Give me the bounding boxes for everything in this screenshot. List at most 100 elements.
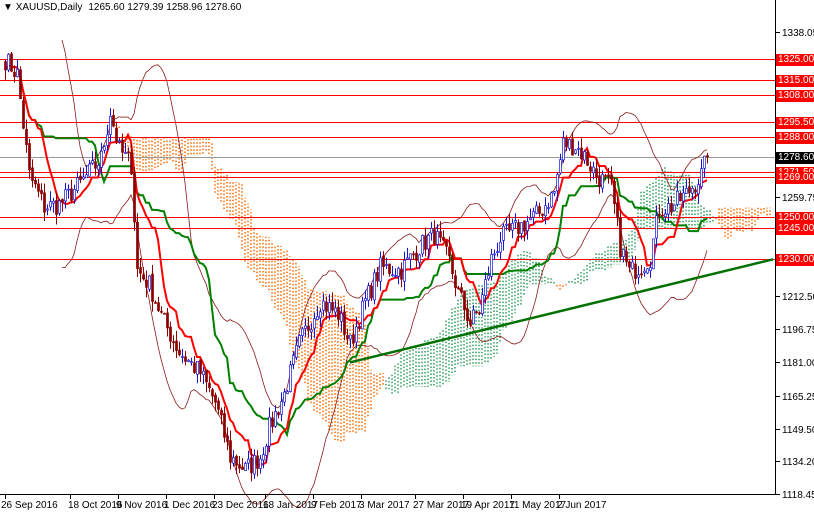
candle-body <box>37 183 40 192</box>
candle-body <box>274 411 277 427</box>
candle-body <box>301 328 304 336</box>
candle-body <box>223 413 226 438</box>
candle-body <box>337 307 340 320</box>
candle-body <box>652 238 655 270</box>
candle-body <box>349 334 352 340</box>
candle-body <box>226 435 229 443</box>
candle-body <box>154 302 157 304</box>
candle-body <box>496 251 499 253</box>
candle-body <box>166 312 169 329</box>
candle-body <box>181 356 184 358</box>
candle-body <box>646 268 649 274</box>
candle-body <box>334 307 337 313</box>
candle-body <box>100 150 103 168</box>
candle-body <box>466 308 469 322</box>
candle-body <box>55 200 58 215</box>
candle-body <box>388 263 391 274</box>
symbol-label: XAUUSD,Daily <box>15 2 83 13</box>
candle-body <box>457 287 460 290</box>
candle-body <box>148 275 151 290</box>
candle-body <box>76 177 79 191</box>
candle-body <box>541 213 544 216</box>
candle-body <box>73 188 76 201</box>
candle-body <box>523 220 526 232</box>
candle-body <box>271 417 274 428</box>
candle-body <box>493 253 496 256</box>
candle-body <box>616 202 619 218</box>
candle-body <box>46 208 49 211</box>
candle-body <box>361 300 364 330</box>
candle-body <box>415 252 418 261</box>
candle-body <box>286 391 289 394</box>
candle-body <box>478 312 481 315</box>
candle-body <box>400 268 403 280</box>
x-tick-label: 9 Feb 2017 <box>311 500 362 511</box>
candle-body <box>370 285 373 299</box>
candle-body <box>421 235 424 255</box>
candle-body <box>103 146 106 151</box>
candle-body <box>406 257 409 260</box>
candle-body <box>580 147 583 160</box>
candle-body <box>28 143 31 171</box>
candle-body <box>115 127 118 142</box>
candle-body <box>454 275 457 289</box>
candle-body <box>313 318 316 329</box>
candle-body <box>238 464 241 469</box>
candle-body <box>298 335 301 347</box>
dropdown-triangle-icon[interactable]: ▼ <box>3 2 16 13</box>
ohlc-readout: 1265.60 1279.39 1258.96 1278.60 <box>88 2 242 13</box>
candle-body <box>649 267 652 272</box>
candle-body <box>187 359 190 362</box>
candle-body <box>397 267 400 277</box>
y-tick-label: 1259.75 <box>782 192 814 204</box>
candle-body <box>163 312 166 315</box>
candle-body <box>253 455 256 475</box>
candle-body <box>202 370 205 375</box>
candle-body <box>499 241 502 253</box>
current-price-label: 1278.60 <box>776 151 814 164</box>
candle-body <box>667 203 670 215</box>
candle-body <box>505 223 508 226</box>
candle-body <box>241 466 244 470</box>
candle-body <box>502 225 505 241</box>
candle-body <box>145 280 148 288</box>
candle-body <box>394 275 397 277</box>
candle-body <box>643 270 646 274</box>
x-tick-label: 26 Sep 2016 <box>1 500 58 511</box>
candle-body <box>343 311 346 335</box>
candle-body <box>658 213 661 216</box>
candle-body <box>403 259 406 282</box>
candle-body <box>31 167 34 181</box>
candle-body <box>427 234 430 250</box>
candle-body <box>556 174 559 192</box>
candle-body <box>256 455 259 469</box>
candle-body <box>118 140 121 143</box>
candle-body <box>670 203 673 213</box>
x-tick-label: 2 Jun 2017 <box>557 500 607 511</box>
candle-body <box>355 326 358 343</box>
level-label: 1308.00 <box>776 89 814 102</box>
candle-body <box>232 457 235 464</box>
level-label: 1269.00 <box>776 171 814 184</box>
y-tick-label: 1338.05 <box>782 27 814 39</box>
candle-body <box>469 319 472 325</box>
candle-body <box>577 147 580 150</box>
candle-body <box>358 326 361 330</box>
candle-body <box>595 168 598 178</box>
candle-body <box>706 155 709 158</box>
support-trendline <box>349 258 774 364</box>
candle-body <box>22 100 25 129</box>
candle-body <box>82 176 85 180</box>
candle-body <box>655 215 658 239</box>
level-label: 1295.50 <box>776 116 814 129</box>
candle-body <box>685 187 688 194</box>
candle-body <box>673 204 676 211</box>
candle-body <box>550 192 553 208</box>
candle-body <box>196 361 199 375</box>
candle-body <box>418 254 421 263</box>
candle-body <box>430 227 433 234</box>
level-label: 1315.00 <box>776 74 814 87</box>
candle-body <box>679 192 682 202</box>
candle-body <box>13 71 16 77</box>
price-chart[interactable] <box>0 0 814 514</box>
